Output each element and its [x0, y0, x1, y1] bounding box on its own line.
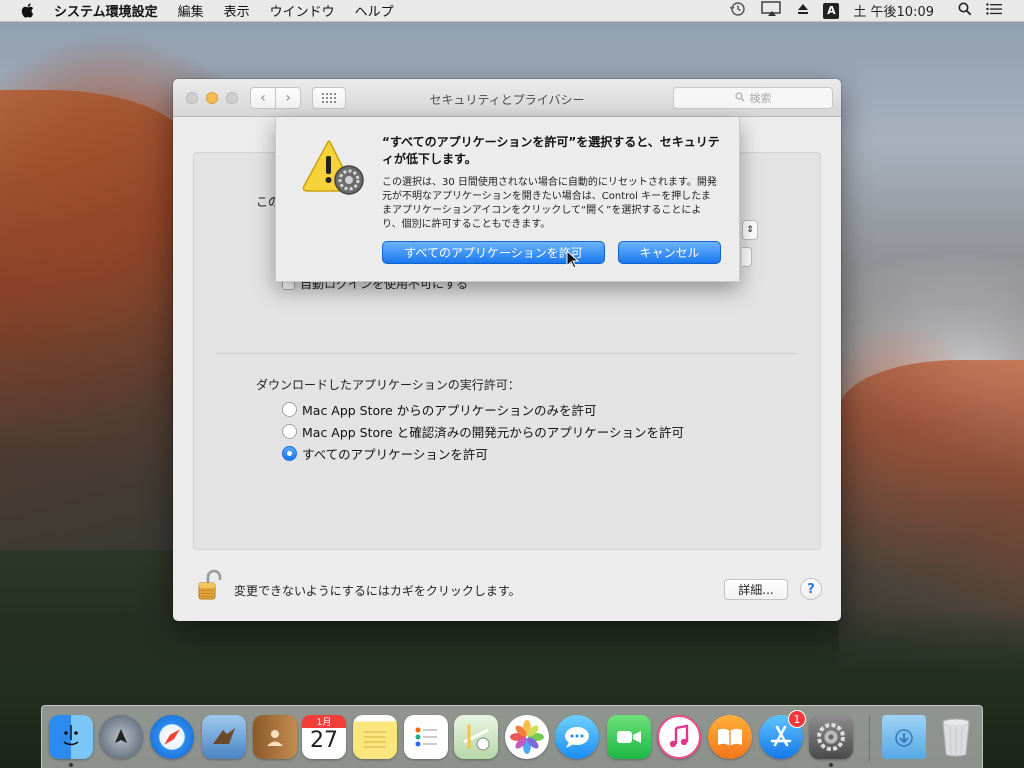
alert-message: この選択は、30 日間使用されない場合に自動的にリセットされます。開発元が不明な…: [382, 177, 717, 230]
mail-eagle-icon[interactable]: [202, 715, 246, 759]
radio-button[interactable]: [282, 424, 297, 439]
finder-running-indicator: [69, 763, 73, 767]
radio-label: すべてのアプリケーションを許可: [302, 447, 488, 462]
calendar-icon[interactable]: 1月 27: [302, 715, 346, 759]
mouse-pointer-icon: [566, 250, 580, 269]
calendar-month: 1月: [302, 715, 346, 728]
help-button[interactable]: ?: [800, 578, 822, 600]
spotlight-search-icon[interactable]: [958, 2, 972, 20]
security-alert-sheet: “すべてのアプリケーションを許可”を選択すると、セキュリティが低下します。 この…: [275, 117, 740, 282]
time-machine-icon[interactable]: [729, 1, 747, 21]
lock-hint-text: 変更できないようにするにはカギをクリックします。: [234, 584, 521, 598]
downloads-allow-label: ダウンロードしたアプリケーションの実行許可：: [256, 378, 520, 392]
radio-anywhere[interactable]: すべてのアプリケーションを許可: [282, 444, 488, 463]
notification-center-icon[interactable]: [986, 2, 1002, 19]
airplay-display-icon[interactable]: [761, 0, 783, 21]
calendar-day: 27: [310, 728, 338, 753]
advanced-lock-message-button[interactable]: [742, 247, 752, 267]
dock-divider: [869, 714, 870, 762]
maps-icon[interactable]: [454, 715, 498, 759]
time-popup-button[interactable]: ⇕: [742, 220, 758, 240]
search-icon: [734, 91, 745, 105]
reminders-icon[interactable]: [404, 715, 448, 759]
facetime-icon[interactable]: [607, 715, 651, 759]
menu-window[interactable]: ウインドウ: [270, 1, 335, 20]
search-input[interactable]: 検索: [673, 87, 833, 109]
finder-icon[interactable]: [49, 715, 93, 759]
radio-label: Mac App Store と確認済みの開発元からのアプリケーションを許可: [302, 425, 684, 440]
radio-app-store-only[interactable]: Mac App Store からのアプリケーションのみを許可: [282, 400, 596, 419]
menu-clock[interactable]: 土 午後10:09: [853, 1, 934, 20]
apple-menu-icon[interactable]: [20, 3, 34, 18]
dock: 1月 27 1: [41, 705, 983, 768]
alert-title: “すべてのアプリケーションを許可”を選択すると、セキュリティが低下します。: [382, 135, 720, 166]
contacts-icon[interactable]: [253, 715, 297, 759]
menu-bar: システム環境設定 編集 表示 ウインドウ ヘルプ A 土 午後10:09: [0, 0, 1024, 22]
trash-icon[interactable]: [934, 715, 978, 759]
radio-button-selected[interactable]: [282, 446, 297, 461]
photos-icon[interactable]: [505, 715, 549, 759]
launchpad-icon[interactable]: [99, 715, 143, 759]
radio-app-store-identified[interactable]: Mac App Store と確認済みの開発元からのアプリケーションを許可: [282, 422, 684, 441]
menu-help[interactable]: ヘルプ: [355, 1, 394, 20]
search-placeholder: 検索: [749, 92, 772, 105]
system-preferences-icon[interactable]: [809, 715, 853, 759]
advanced-button[interactable]: 詳細...: [724, 579, 788, 600]
unlocked-padlock-icon: [198, 569, 222, 600]
eject-icon[interactable]: [797, 3, 809, 19]
warning-icon: [302, 140, 364, 195]
lock-button[interactable]: [193, 568, 225, 602]
section-divider: [216, 353, 798, 354]
window-titlebar[interactable]: ‹ › セキュリティとプライバシー 検索: [173, 79, 841, 117]
cancel-button[interactable]: キャンセル: [618, 241, 721, 264]
menu-view[interactable]: 表示: [224, 1, 250, 20]
menu-app-name[interactable]: システム環境設定: [54, 1, 158, 20]
downloads-folder-icon[interactable]: [882, 715, 926, 759]
radio-label: Mac App Store からのアプリケーションのみを許可: [302, 403, 597, 418]
messages-icon[interactable]: [555, 715, 599, 759]
system-preferences-running-indicator: [829, 763, 833, 767]
input-source-icon[interactable]: A: [823, 2, 840, 19]
itunes-icon[interactable]: [657, 715, 701, 759]
menu-edit[interactable]: 編集: [178, 1, 204, 20]
safari-icon[interactable]: [150, 715, 194, 759]
wallpaper-cliff-left: [0, 90, 190, 550]
notes-icon[interactable]: [353, 715, 397, 759]
radio-button[interactable]: [282, 402, 297, 417]
app-store-update-badge: 1: [788, 710, 806, 728]
ibooks-icon[interactable]: [708, 715, 752, 759]
